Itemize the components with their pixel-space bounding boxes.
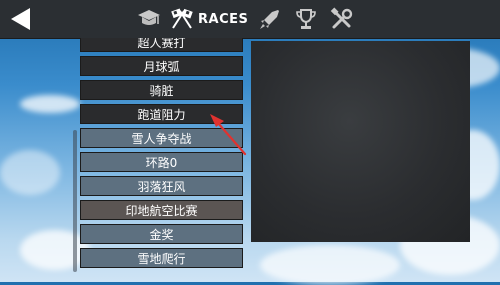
rocket-icon [260, 10, 280, 29]
race-label: 超人赛打 [137, 38, 186, 50]
race-list: 超人赛打 月球弧 骑脏 跑道阻力 雪人争夺战 环路0 羽落狂风 印地航空比赛 金… [76, 38, 247, 273]
race-label: 雪人争夺战 [131, 131, 192, 146]
tab-trophies[interactable] [293, 6, 319, 32]
back-button[interactable] [8, 7, 34, 31]
tab-rockets[interactable] [257, 6, 283, 32]
cloud [20, 95, 80, 113]
tab-settings-tools[interactable] [329, 6, 355, 32]
race-list-item-selected[interactable]: 跑道阻力 [80, 104, 243, 124]
race-label: 羽落狂风 [137, 179, 186, 194]
garage-hat-icon [138, 10, 160, 25]
race-list-item[interactable]: 金奖 [80, 224, 243, 244]
category-tabs: RACES [131, 6, 360, 32]
race-label: 环路0 [145, 155, 178, 170]
cloud [0, 150, 60, 195]
race-list-item[interactable]: 雪人争夺战 [80, 128, 243, 148]
races-tab-label: RACES [198, 11, 249, 27]
tab-garage[interactable] [136, 6, 162, 32]
race-label: 月球弧 [143, 59, 180, 74]
race-label: 跑道阻力 [137, 107, 186, 122]
race-list-item[interactable]: 羽落狂风 [80, 176, 243, 196]
race-list-item[interactable]: 环路0 [80, 152, 243, 172]
race-preview-panel [251, 41, 470, 242]
back-arrow-icon [11, 8, 30, 30]
race-list-item[interactable]: 月球弧 [80, 56, 243, 76]
race-list-item[interactable]: 印地航空比赛 [80, 200, 243, 220]
cloud [260, 245, 400, 285]
race-label: 骑脏 [149, 83, 174, 98]
top-navigation-bar: RACES [0, 0, 500, 39]
tab-races[interactable]: RACES [169, 8, 248, 30]
race-label: 印地航空比赛 [125, 203, 198, 218]
race-list-item[interactable]: 雪地爬行 [80, 248, 243, 268]
race-list-item[interactable]: 超人赛打 [80, 38, 243, 52]
race-label: 雪地爬行 [137, 251, 186, 266]
checkered-flags-icon [171, 8, 193, 29]
tools-icon [331, 7, 353, 29]
race-label: 金奖 [149, 227, 174, 242]
trophy-icon [296, 9, 317, 29]
race-list-item[interactable]: 骑脏 [80, 80, 243, 100]
